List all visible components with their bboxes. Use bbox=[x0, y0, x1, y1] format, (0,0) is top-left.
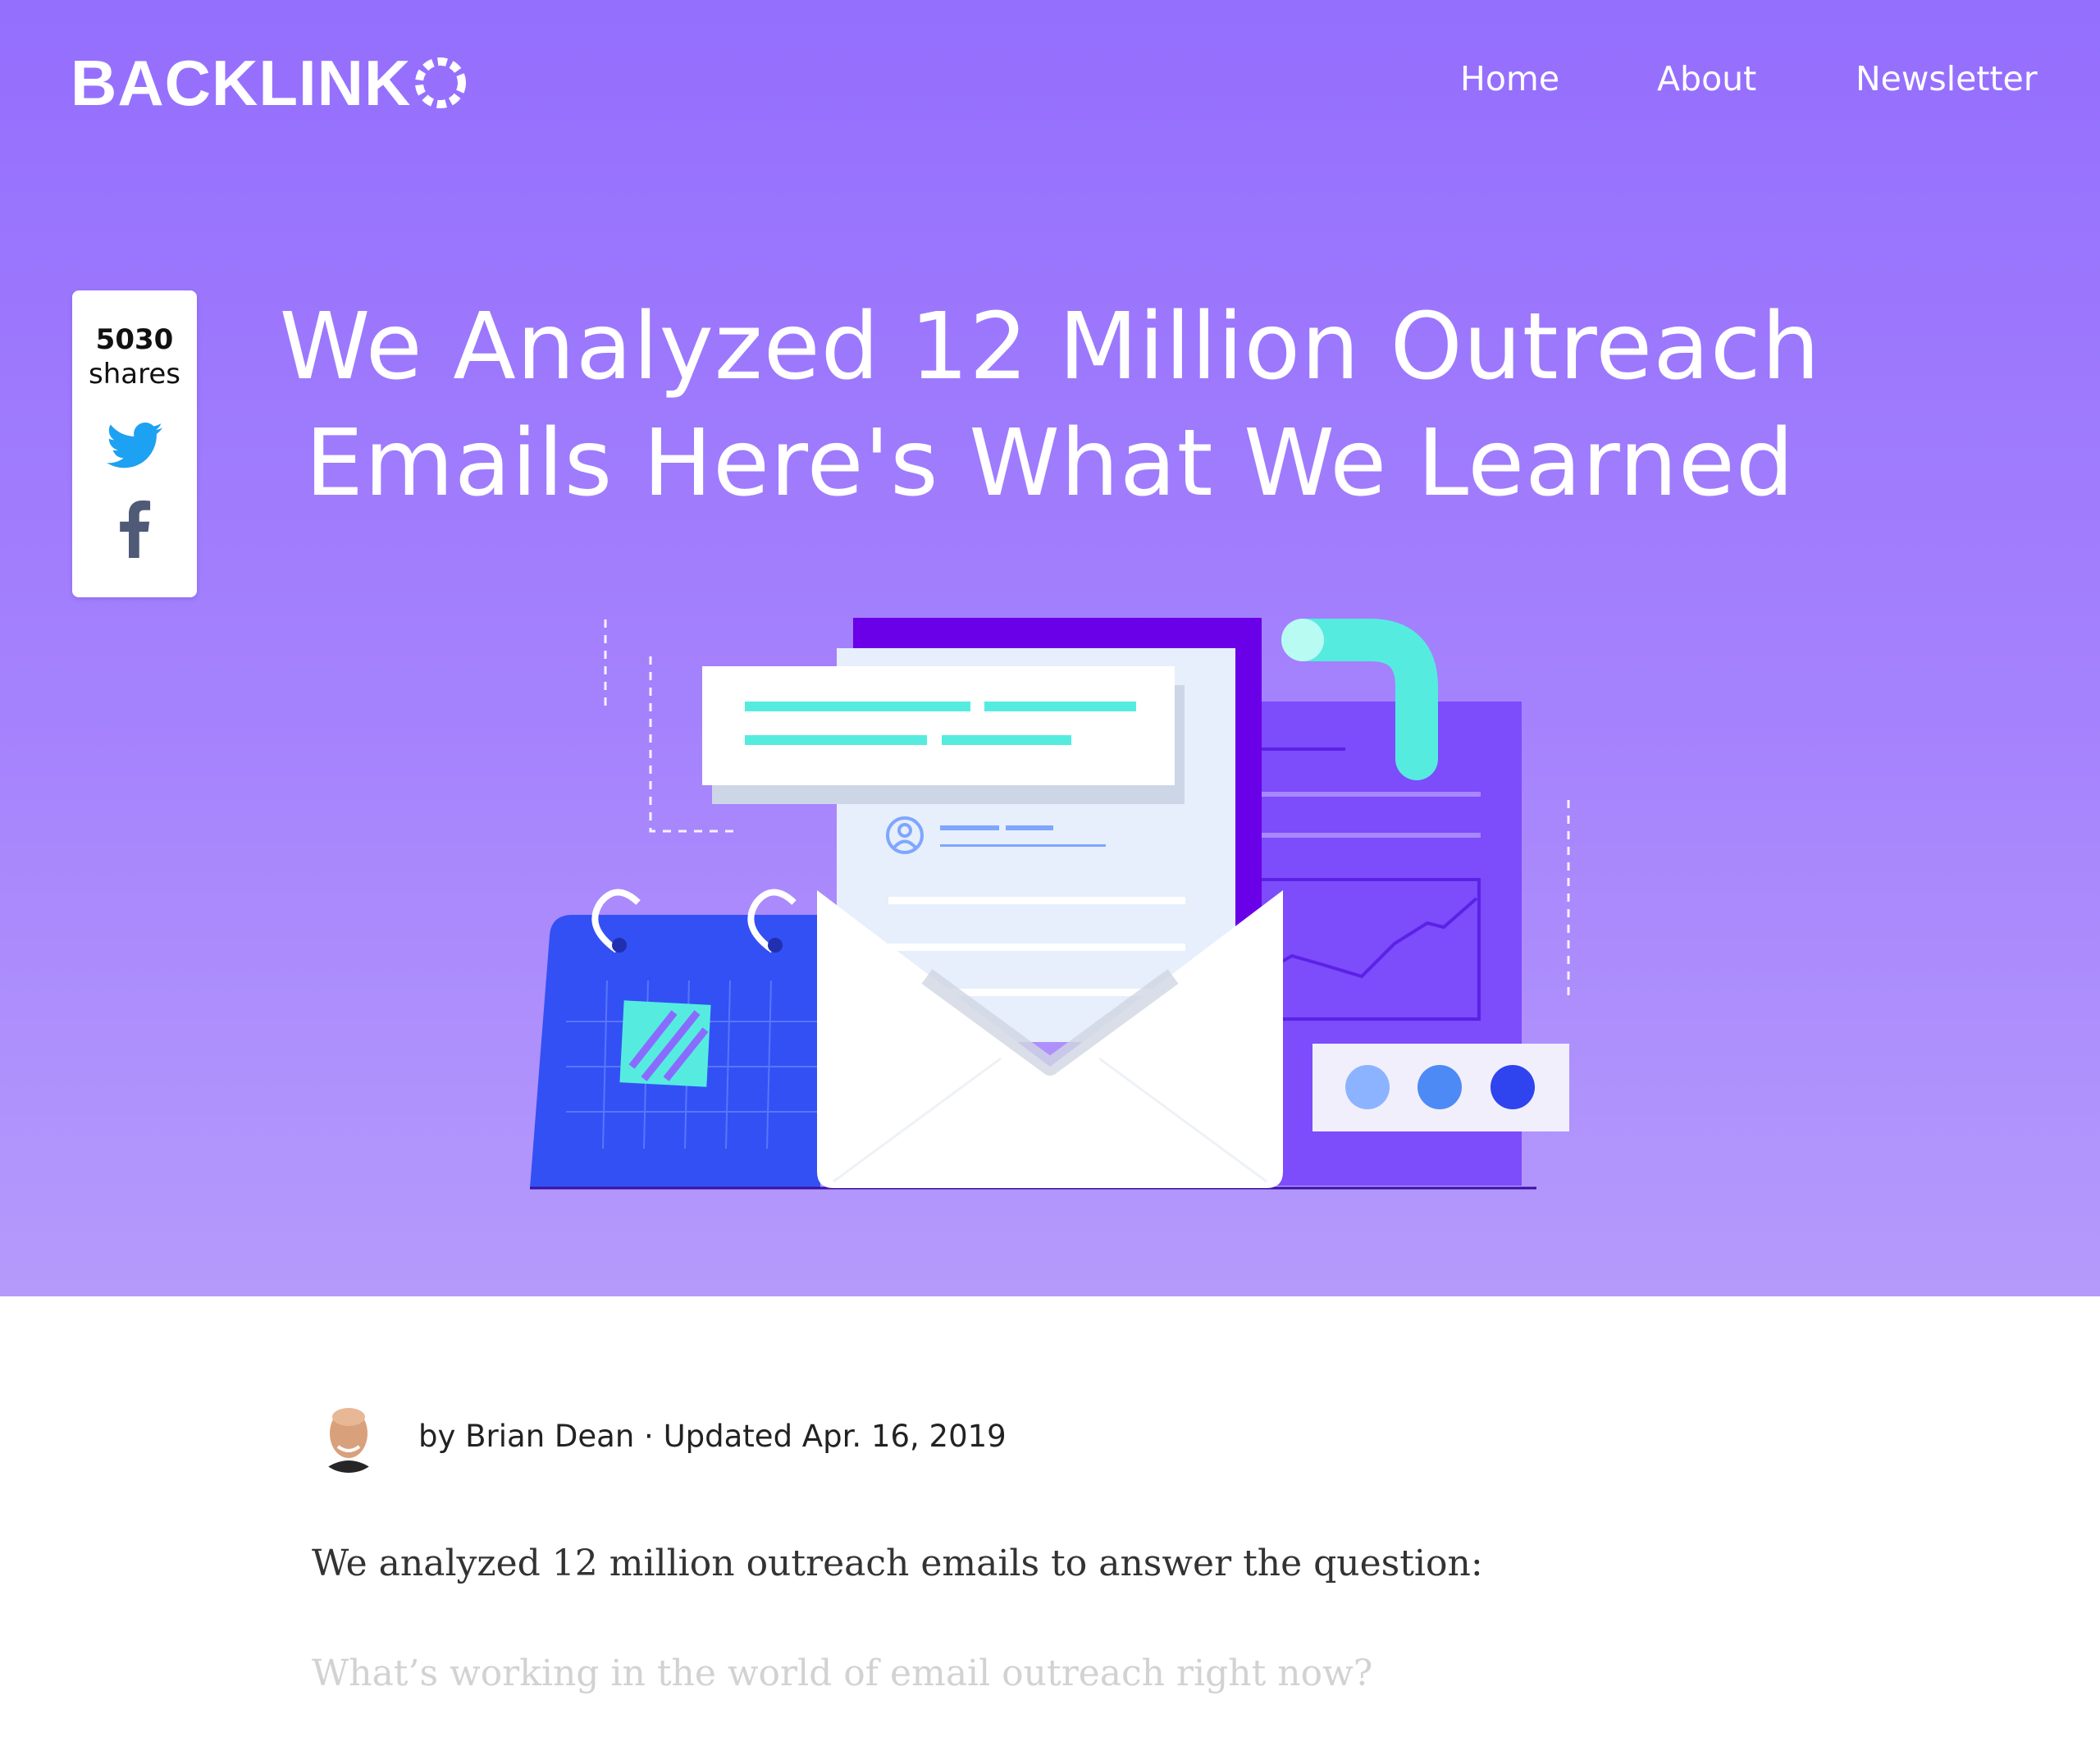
byline-text: by Brian Dean · Updated Apr. 16, 2019 bbox=[418, 1418, 1007, 1454]
author-avatar[interactable] bbox=[312, 1399, 386, 1473]
article-byline: by Brian Dean · Updated Apr. 16, 2019 bbox=[312, 1395, 1007, 1477]
author-photo bbox=[312, 1399, 386, 1473]
hero-banner: BACKLINK Home About Newsletter 5030 shar… bbox=[0, 0, 2100, 1296]
email-outreach-illustration bbox=[530, 618, 1570, 1190]
article-paragraph-faded: What’s working in the world of email out… bbox=[312, 1652, 1373, 1694]
article-paragraph: We analyzed 12 million outreach emails t… bbox=[312, 1543, 1483, 1584]
